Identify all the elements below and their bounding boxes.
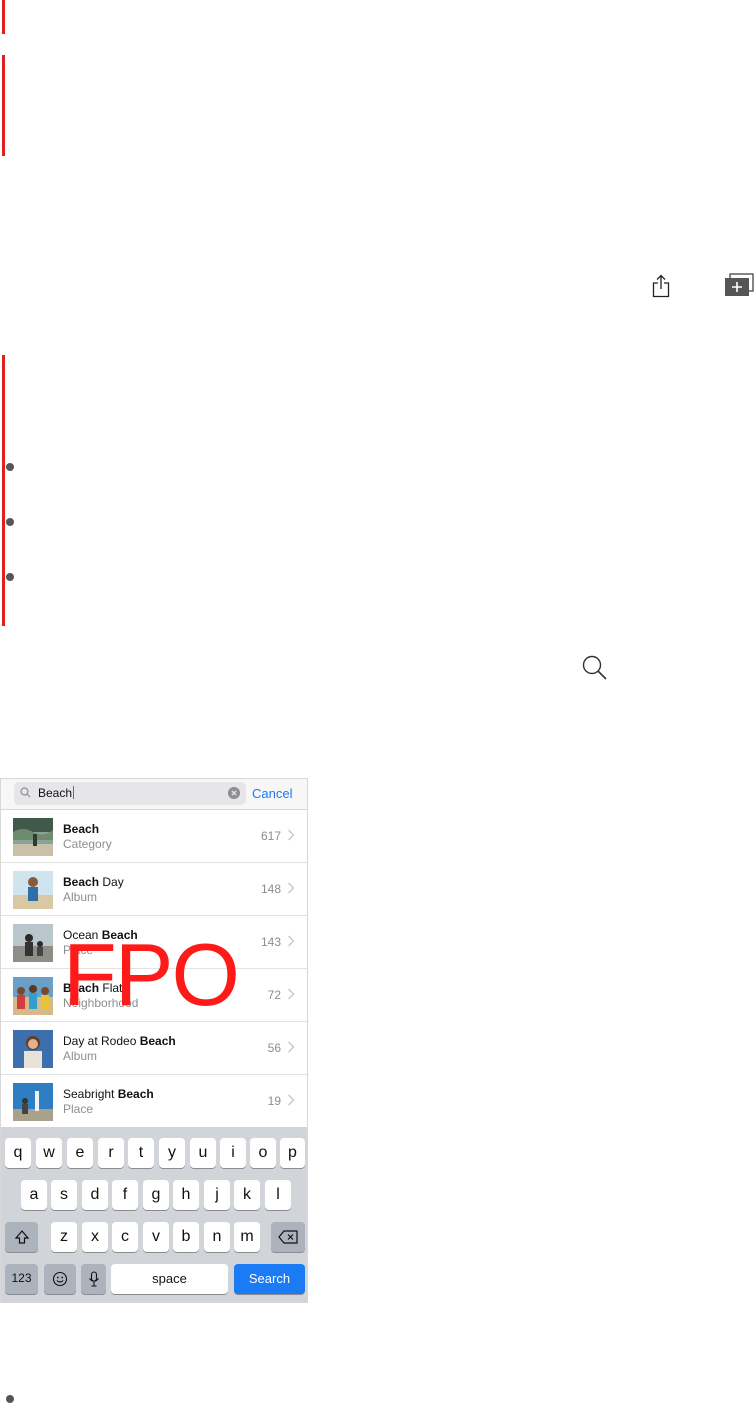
emoji-key[interactable] (44, 1264, 76, 1294)
result-title: Day at Rodeo Beach (63, 1034, 176, 1048)
list-bullet (6, 518, 14, 526)
mic-key[interactable] (81, 1264, 106, 1294)
result-count: 19 (267, 1094, 281, 1108)
change-marker (2, 55, 5, 156)
result-title: Beach Flat (63, 981, 123, 995)
search-query-text: Beach (38, 786, 73, 800)
result-title: Beach Day (63, 875, 124, 889)
key-q[interactable]: q (5, 1138, 31, 1168)
key-h[interactable]: h (173, 1180, 199, 1210)
clear-icon[interactable] (228, 787, 240, 799)
mic-icon (88, 1271, 99, 1287)
list-item[interactable]: Beach Day Album 148 (1, 863, 307, 916)
result-count: 148 (260, 882, 281, 896)
key-t[interactable]: t (128, 1138, 154, 1168)
list-bullet (6, 463, 14, 471)
shift-key[interactable] (5, 1222, 38, 1252)
key-z[interactable]: z (51, 1222, 77, 1252)
key-a[interactable]: a (21, 1180, 47, 1210)
change-marker (2, 0, 5, 34)
search-icon (20, 787, 31, 798)
space-key[interactable]: space (111, 1264, 228, 1294)
list-item[interactable]: Day at Rodeo Beach Album 56 (1, 1022, 307, 1075)
photos-search-screenshot: Beach Cancel Beach Category 617 Beach Da… (0, 778, 308, 1303)
result-count: 72 (267, 988, 281, 1002)
list-item[interactable]: Seabright Beach Place 19 (1, 1075, 307, 1128)
result-thumbnail (13, 818, 53, 856)
key-e[interactable]: e (67, 1138, 93, 1168)
key-p[interactable]: p (280, 1138, 305, 1168)
key-v[interactable]: v (143, 1222, 169, 1252)
key-g[interactable]: g (143, 1180, 169, 1210)
result-subtitle: Album (63, 1049, 98, 1063)
key-u[interactable]: u (190, 1138, 216, 1168)
chevron-right-icon (288, 988, 295, 1000)
key-w[interactable]: w (36, 1138, 62, 1168)
key-x[interactable]: x (82, 1222, 108, 1252)
keyboard: q w e r t y u i o p a s d f g h j k l z … (1, 1127, 307, 1302)
result-thumbnail (13, 1030, 53, 1068)
search-field[interactable]: Beach (14, 782, 246, 805)
chevron-right-icon (288, 882, 295, 894)
result-thumbnail (13, 871, 53, 909)
key-y[interactable]: y (159, 1138, 185, 1168)
key-n[interactable]: n (204, 1222, 230, 1252)
change-marker (2, 355, 5, 626)
result-title: Seabright Beach (63, 1087, 154, 1101)
result-count: 617 (260, 829, 281, 843)
shift-icon (14, 1230, 29, 1244)
search-bar: Beach Cancel (1, 779, 307, 810)
list-item[interactable]: Ocean Beach Place 143 (1, 916, 307, 969)
result-subtitle: Neighborhood (63, 996, 139, 1010)
list-item[interactable]: Beach Category 617 (1, 810, 307, 863)
key-o[interactable]: o (250, 1138, 276, 1168)
add-album-icon (725, 273, 754, 296)
result-title: Beach (63, 822, 100, 836)
result-count: 56 (267, 1041, 281, 1055)
result-subtitle: Place (63, 1102, 94, 1116)
results-list: Beach Category 617 Beach Day Album 148 O… (1, 810, 307, 1128)
list-bullet (6, 1395, 14, 1403)
key-m[interactable]: m (234, 1222, 260, 1252)
key-k[interactable]: k (234, 1180, 260, 1210)
numbers-key[interactable]: 123 (5, 1264, 38, 1294)
result-thumbnail (13, 924, 53, 962)
result-title: Ocean Beach (63, 928, 138, 942)
result-count: 143 (260, 935, 281, 949)
list-item[interactable]: Beach Flat Neighborhood 72 (1, 969, 307, 1022)
result-thumbnail (13, 1083, 53, 1121)
search-key[interactable]: Search (234, 1264, 305, 1294)
key-j[interactable]: j (204, 1180, 230, 1210)
key-l[interactable]: l (265, 1180, 291, 1210)
key-b[interactable]: b (173, 1222, 199, 1252)
key-f[interactable]: f (112, 1180, 138, 1210)
text-caret (73, 786, 75, 799)
key-d[interactable]: d (82, 1180, 108, 1210)
search-icon (582, 655, 607, 680)
result-subtitle: Place (63, 943, 94, 957)
search-query: Beach (38, 786, 75, 800)
cancel-button[interactable]: Cancel (252, 786, 292, 801)
chevron-right-icon (288, 829, 295, 841)
key-i[interactable]: i (220, 1138, 246, 1168)
result-subtitle: Album (63, 890, 98, 904)
result-subtitle: Category (63, 837, 112, 851)
chevron-right-icon (288, 935, 295, 947)
key-s[interactable]: s (51, 1180, 77, 1210)
key-c[interactable]: c (112, 1222, 138, 1252)
share-icon (652, 274, 670, 298)
list-bullet (6, 573, 14, 581)
result-thumbnail (13, 977, 53, 1015)
key-r[interactable]: r (98, 1138, 124, 1168)
delete-icon (278, 1230, 298, 1244)
delete-key[interactable] (271, 1222, 305, 1252)
chevron-right-icon (288, 1094, 295, 1106)
chevron-right-icon (288, 1041, 295, 1053)
emoji-icon (52, 1271, 68, 1287)
